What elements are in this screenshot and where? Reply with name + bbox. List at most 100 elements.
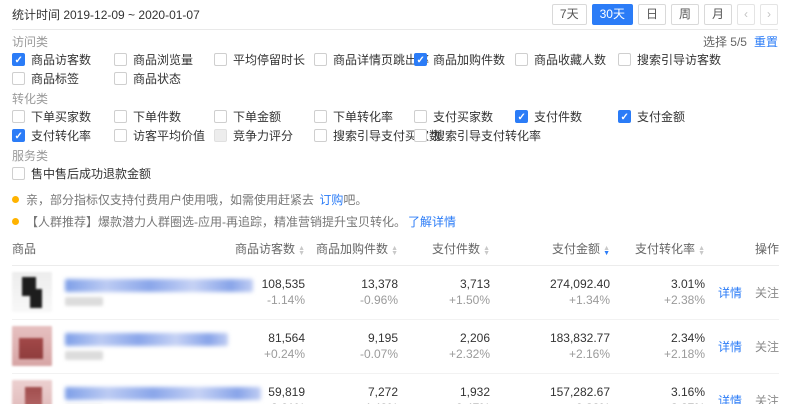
topbar: 统计时间 2019-12-09 ~ 2020-01-07 7天 30天 日 周 …	[12, 0, 778, 30]
group-head-service: 服务类	[12, 149, 778, 163]
checkbox-icon	[515, 53, 528, 66]
follow-link[interactable]: 关注	[755, 286, 779, 300]
product-subtext-redacted	[65, 351, 103, 360]
sort-icon: ▲▼	[298, 246, 305, 256]
filter-grid-visit: 商品访客数 商品浏览量 平均停留时长 商品详情页跳出率 商品加购件数 商品收藏人…	[12, 51, 778, 87]
filter-item-cart-adds[interactable]: 商品加购件数	[414, 51, 515, 68]
selection-info: 选择 5/5 重置	[703, 35, 778, 49]
filter-item-paid-items[interactable]: 支付件数	[515, 108, 618, 125]
checkbox-checked-icon	[12, 53, 25, 66]
checkbox-icon	[114, 110, 127, 123]
filter-item-paid-conversion[interactable]: 支付转化率	[12, 127, 114, 144]
checkbox-disabled-icon	[214, 129, 227, 142]
product-thumbnail[interactable]	[12, 326, 52, 366]
filter-item-product-tags[interactable]: 商品标签	[12, 70, 114, 87]
filter-item-competitiveness-score: 竞争力评分	[214, 127, 314, 144]
product-thumbnail[interactable]	[12, 380, 52, 404]
product-cell	[12, 272, 208, 312]
checkbox-icon	[214, 110, 227, 123]
filter-item-visitor-avg-value[interactable]: 访客平均价值	[114, 127, 214, 144]
filter-item-detail-bounce-rate[interactable]: 商品详情页跳出率	[314, 51, 414, 68]
filter-item-paid-amount[interactable]: 支付金额	[618, 108, 778, 125]
filter-item-order-amount[interactable]: 下单金额	[214, 108, 314, 125]
cell-cart-adds: 13,378-0.96%	[305, 266, 398, 320]
filter-item-product-visitors[interactable]: 商品访客数	[12, 51, 114, 68]
cell-actions: 详情关注	[705, 320, 779, 374]
product-subtext-redacted	[65, 297, 103, 306]
filter-item-search-paid-buyers[interactable]: 搜索引导支付买家数	[314, 127, 414, 144]
filter-item-product-status[interactable]: 商品状态	[114, 70, 214, 87]
checkbox-icon	[314, 129, 327, 142]
cell-conversion: 3.16%+3.27%	[610, 374, 705, 404]
filter-item-search-visitors[interactable]: 搜索引导访客数	[618, 51, 778, 68]
table-header-row: 商品 商品访客数▲▼ 商品加购件数▲▼ 支付件数▲▼ 支付金额▲▼ 支付转化率▲…	[12, 233, 779, 266]
filter-item-product-views[interactable]: 商品浏览量	[114, 51, 214, 68]
filter-item-paid-buyers[interactable]: 支付买家数	[414, 108, 515, 125]
range-button-week[interactable]: 周	[671, 4, 699, 25]
date-range-group: 7天 30天 日 周 月 ‹ ›	[552, 4, 778, 25]
product-title-redacted[interactable]	[65, 387, 261, 400]
checkbox-checked-icon	[12, 129, 25, 142]
range-button-30d[interactable]: 30天	[592, 4, 633, 25]
detail-link[interactable]: 详情	[718, 394, 742, 404]
chevron-right-icon[interactable]: ›	[760, 4, 778, 25]
detail-link[interactable]: 详情	[718, 286, 742, 300]
product-thumbnail[interactable]	[12, 272, 52, 312]
table-row: 59,819-2.61% 7,272-4.49% 1,932+0.47% 157…	[12, 374, 779, 404]
col-header-paid-items[interactable]: 支付件数▲▼	[398, 233, 490, 266]
checkbox-checked-icon	[618, 110, 631, 123]
cell-paid-amount: 274,092.40+1.34%	[490, 266, 610, 320]
group-title-visit: 访问类	[12, 35, 48, 49]
reset-link[interactable]: 重置	[754, 35, 778, 49]
product-title-redacted[interactable]	[65, 333, 228, 346]
note-text: 【人群推荐】爆款潜力人群圈选-应用-再追踪，精准营销提升宝贝转化。了解详情	[26, 213, 456, 230]
col-header-visitors[interactable]: 商品访客数▲▼	[208, 233, 305, 266]
sort-icon: ▲▼	[391, 246, 398, 256]
product-cell	[12, 326, 208, 366]
product-title-redacted[interactable]	[65, 279, 253, 292]
filter-item-order-buyers[interactable]: 下单买家数	[12, 108, 114, 125]
product-cell	[12, 380, 208, 404]
checkbox-icon	[314, 53, 327, 66]
checkbox-icon	[214, 53, 227, 66]
col-header-conversion[interactable]: 支付转化率▲▼	[610, 233, 705, 266]
range-button-7d[interactable]: 7天	[552, 4, 587, 25]
cell-conversion: 3.01%+2.38%	[610, 266, 705, 320]
filter-item-refund-amount[interactable]: 售中售后成功退款金额	[12, 165, 114, 182]
col-header-paid-amount[interactable]: 支付金额▲▼	[490, 233, 610, 266]
filter-item-order-items[interactable]: 下单件数	[114, 108, 214, 125]
checkbox-icon	[12, 167, 25, 180]
filter-item-avg-stay-time[interactable]: 平均停留时长	[214, 51, 314, 68]
sort-icon: ▲▼	[698, 246, 705, 256]
sort-desc-active-icon: ▲▼	[603, 246, 610, 256]
filter-item-favorites[interactable]: 商品收藏人数	[515, 51, 618, 68]
group-title-service: 服务类	[12, 149, 48, 163]
range-button-day[interactable]: 日	[638, 4, 666, 25]
stats-time-label: 统计时间 2019-12-09 ~ 2020-01-07	[12, 6, 200, 23]
detail-link[interactable]: 详情	[718, 340, 742, 354]
cell-actions: 详情 关注	[705, 374, 779, 404]
range-button-month[interactable]: 月	[704, 4, 732, 25]
filter-item-search-paid-conversion[interactable]: 搜索引导支付转化率	[414, 127, 515, 144]
chevron-left-icon[interactable]: ‹	[737, 4, 755, 25]
follow-link[interactable]: 关注	[755, 340, 779, 354]
col-header-cart-adds[interactable]: 商品加购件数▲▼	[305, 233, 398, 266]
group-head-conversion: 转化类	[12, 92, 778, 106]
note-bullet-icon	[12, 196, 19, 203]
follow-link[interactable]: 关注	[755, 394, 779, 404]
product-table: 商品 商品访客数▲▼ 商品加购件数▲▼ 支付件数▲▼ 支付金额▲▼ 支付转化率▲…	[12, 233, 779, 404]
cell-paid-items: 1,932+0.47%	[398, 374, 490, 404]
checkbox-icon	[414, 110, 427, 123]
checkbox-icon	[12, 72, 25, 85]
filter-item-order-conversion[interactable]: 下单转化率	[314, 108, 414, 125]
subscribe-link[interactable]: 订购	[319, 193, 343, 207]
selection-count: 选择 5/5	[703, 35, 747, 49]
sort-icon: ▲▼	[483, 246, 490, 256]
checkbox-checked-icon	[515, 110, 528, 123]
col-header-actions: 操作	[705, 233, 779, 266]
cell-cart-adds: 7,272-4.49%	[305, 374, 398, 404]
checkbox-icon	[618, 53, 631, 66]
learn-more-link[interactable]: 了解详情	[408, 215, 456, 229]
filter-grid-service: 售中售后成功退款金额	[12, 165, 778, 182]
checkbox-icon	[12, 110, 25, 123]
